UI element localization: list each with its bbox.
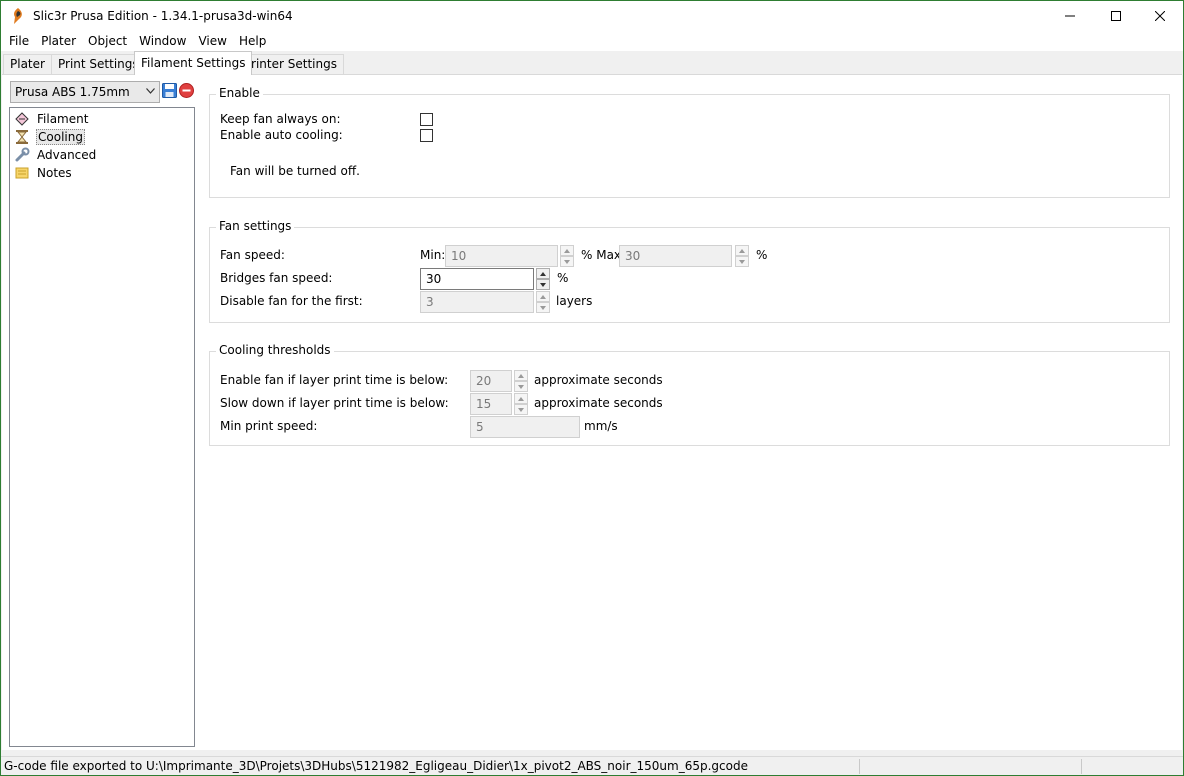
fan-max-unit: % [756,248,768,262]
delete-preset-icon[interactable] [179,83,194,98]
auto-cooling-checkbox[interactable] [420,129,433,142]
minimize-button[interactable] [1047,1,1093,31]
enable-group: Enable Keep fan always on: Enable auto c… [209,86,1170,198]
menu-bar: File Plater Object Window View Help [1,31,1183,51]
disable-fan-first-label: Disable fan for the first: [220,294,363,308]
spin-down-icon [536,279,550,290]
window-title: Slic3r Prusa Edition - 1.34.1-prusa3d-wi… [33,9,293,23]
bridges-fan-speed-label: Bridges fan speed: [220,271,333,285]
tree-item-cooling[interactable]: Cooling [14,128,85,146]
slowdown-threshold-spinner[interactable] [514,393,528,415]
fan-min-label: Min: [420,248,446,262]
tab-printer-settings[interactable]: Printer Settings [237,54,344,75]
bridges-fan-speed-input[interactable]: 30 [420,268,534,290]
cooling-thresholds-group: Cooling thresholds Enable fan if layer p… [209,343,1170,446]
min-print-speed-unit: mm/s [584,419,618,433]
slowdown-threshold-label: Slow down if layer print time is below: [220,396,449,410]
maximize-icon [1111,11,1121,21]
close-button[interactable] [1137,1,1183,31]
status-separator [859,759,860,774]
spin-up-icon [514,393,528,404]
tree-item-filament[interactable]: Filament [14,110,89,128]
spin-up-icon [560,245,574,256]
min-print-speed-label: Min print speed: [220,419,318,433]
menu-window[interactable]: Window [133,31,192,51]
fan-settings-group: Fan settings Fan speed: Min: 10 % Max: 3… [209,219,1170,323]
menu-file[interactable]: File [3,31,35,51]
tree-label-cooling: Cooling [36,129,85,145]
spin-up-icon [536,291,550,302]
tab-filament-settings[interactable]: Filament Settings [134,51,253,75]
tree-label-advanced: Advanced [37,148,97,162]
close-icon [1155,11,1165,21]
save-preset-icon[interactable] [162,83,177,98]
tab-print-settings[interactable]: Print Settings [51,54,146,75]
fan-settings-group-title: Fan settings [216,219,295,233]
min-print-speed-input[interactable]: 5 [470,416,580,438]
minimize-icon [1065,15,1075,17]
hourglass-icon [16,130,28,144]
spin-down-icon [514,404,528,415]
menu-plater[interactable]: Plater [35,31,82,51]
cooling-thresholds-group-title: Cooling thresholds [216,343,334,357]
menu-help[interactable]: Help [233,31,272,51]
disable-fan-first-unit: layers [556,294,593,308]
fan-speed-label: Fan speed: [220,248,285,262]
preset-dropdown[interactable]: Prusa ABS 1.75mm [10,81,160,103]
fan-max-spinner[interactable] [735,245,749,267]
fan-min-input[interactable]: 10 [445,245,558,267]
wrench-icon [15,147,30,162]
spin-up-icon [735,245,749,256]
status-separator [1081,759,1082,774]
slowdown-threshold-input[interactable]: 15 [470,393,512,415]
spin-down-icon [560,256,574,267]
enable-group-title: Enable [216,86,263,100]
enable-fan-threshold-unit: approximate seconds [534,373,663,387]
bridges-fan-speed-unit: % [557,271,569,285]
bridges-fan-speed-spinner[interactable] [536,268,550,290]
status-bar: G-code file exported to U:\Imprimante_3D… [1,756,1183,775]
tab-strip: Plater Print Settings Filament Settings … [1,51,1183,75]
filament-settings-page: Prusa ABS 1.75mm Filament Cooling Advanc… [2,74,1182,750]
spin-up-icon [514,370,528,381]
status-text: G-code file exported to U:\Imprimante_3D… [4,759,748,773]
tree-label-filament: Filament [37,112,89,126]
tab-plater[interactable]: Plater [3,54,52,75]
keep-fan-checkbox[interactable] [420,113,433,126]
preset-selected-value: Prusa ABS 1.75mm [15,85,130,99]
fan-min-spinner[interactable] [560,245,574,267]
enable-fan-threshold-input[interactable]: 20 [470,370,512,392]
cooling-description: Fan will be turned off. [230,164,360,178]
settings-page-tree: Filament Cooling Advanced Notes [9,107,195,747]
keep-fan-label: Keep fan always on: [220,112,341,126]
spin-down-icon [735,256,749,267]
filament-icon [15,112,29,126]
spin-down-icon [536,302,550,313]
slowdown-threshold-unit: approximate seconds [534,396,663,410]
tree-item-notes[interactable]: Notes [14,164,73,182]
app-window: Slic3r Prusa Edition - 1.34.1-prusa3d-wi… [0,0,1184,776]
enable-fan-threshold-spinner[interactable] [514,370,528,392]
spin-down-icon [514,381,528,392]
enable-fan-threshold-label: Enable fan if layer print time is below: [220,373,449,387]
menu-view[interactable]: View [192,31,232,51]
slic3r-logo-icon [14,8,22,24]
title-bar: Slic3r Prusa Edition - 1.34.1-prusa3d-wi… [1,1,1183,31]
fan-max-input[interactable]: 30 [619,245,732,267]
spin-up-icon [536,268,550,279]
tree-item-advanced[interactable]: Advanced [14,146,97,164]
auto-cooling-label: Enable auto cooling: [220,128,343,142]
disable-fan-first-spinner[interactable] [536,291,550,313]
menu-object[interactable]: Object [82,31,133,51]
note-icon [15,167,29,179]
chevron-down-icon [146,88,155,94]
tree-label-notes: Notes [37,166,72,180]
disable-fan-first-input[interactable]: 3 [420,291,534,313]
maximize-button[interactable] [1093,1,1139,31]
